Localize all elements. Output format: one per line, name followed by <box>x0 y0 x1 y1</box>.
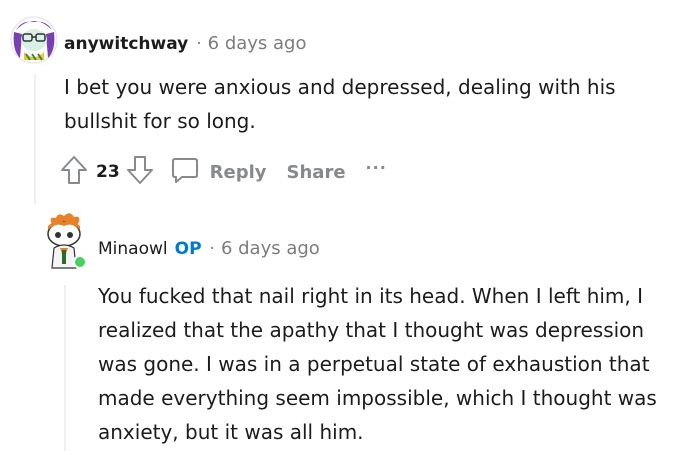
comment-body: I bet you were anxious and depressed, de… <box>64 75 616 133</box>
avatar[interactable] <box>6 10 62 66</box>
vote-count: 23 <box>96 162 120 182</box>
upvote-icon[interactable] <box>60 155 88 189</box>
share-button[interactable]: Share <box>287 162 346 183</box>
timestamp[interactable]: 6 days ago <box>221 238 320 259</box>
username[interactable]: Minaowl <box>98 239 168 259</box>
downvote-icon[interactable] <box>126 155 154 189</box>
username[interactable]: anywitchway <box>64 34 188 54</box>
separator: · <box>209 238 215 259</box>
comment-body: You fucked that nail right in its head. … <box>98 284 657 444</box>
reply-icon[interactable] <box>170 155 200 189</box>
op-badge: OP <box>174 238 202 259</box>
timestamp[interactable]: 6 days ago <box>208 33 307 54</box>
comment-header: anywitchway · 6 days ago <box>64 33 307 54</box>
thread-line-1[interactable] <box>34 74 36 204</box>
avatar[interactable] <box>38 210 92 270</box>
reply-button[interactable]: Reply <box>210 162 267 183</box>
comment-actions: 23 Reply Share ··· <box>60 155 407 189</box>
separator: · <box>196 33 202 54</box>
comment-header: Minaowl OP · 6 days ago <box>98 238 320 259</box>
more-options-icon[interactable]: ··· <box>366 158 387 177</box>
thread-line-2[interactable] <box>64 285 66 451</box>
